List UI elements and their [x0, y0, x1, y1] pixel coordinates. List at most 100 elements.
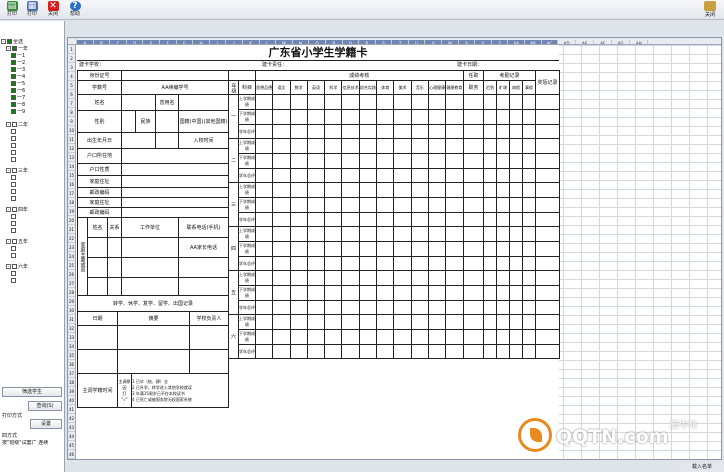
score-cell[interactable]: [341, 300, 360, 315]
score-cell[interactable]: [410, 182, 429, 198]
checkbox-icon[interactable]: [11, 143, 16, 148]
checkbox-icon[interactable]: [11, 196, 16, 201]
score-cell[interactable]: [393, 212, 412, 227]
attend-cell[interactable]: [483, 314, 497, 330]
score-cell[interactable]: [324, 226, 343, 242]
attend-cell[interactable]: [535, 124, 561, 139]
checkbox-icon[interactable]: [11, 150, 16, 155]
score-cell[interactable]: [341, 226, 360, 242]
attend-cell[interactable]: [463, 256, 484, 271]
score-cell[interactable]: [306, 94, 326, 110]
attend-cell[interactable]: [509, 168, 523, 183]
score-cell[interactable]: [427, 241, 447, 257]
score-cell[interactable]: [358, 94, 378, 110]
attend-cell[interactable]: [535, 241, 561, 257]
tree-item-class[interactable]: [1, 196, 61, 203]
score-cell[interactable]: [306, 300, 326, 315]
score-cell[interactable]: [324, 256, 343, 271]
attend-cell[interactable]: [521, 124, 537, 139]
row-header-cell[interactable]: 32: [68, 324, 75, 333]
attend-cell[interactable]: [483, 344, 497, 359]
family-cell[interactable]: [107, 257, 122, 278]
score-cell[interactable]: [272, 153, 291, 169]
score-cell[interactable]: [393, 182, 412, 198]
score-cell[interactable]: [289, 153, 308, 169]
score-cell[interactable]: [254, 300, 274, 315]
attend-cell[interactable]: [509, 138, 523, 154]
row-header-cell[interactable]: 5: [68, 81, 75, 90]
attend-cell[interactable]: [521, 314, 537, 330]
attend-cell[interactable]: [463, 197, 484, 213]
score-cell[interactable]: [289, 109, 308, 125]
attend-cell[interactable]: [483, 212, 497, 227]
score-cell[interactable]: [289, 124, 308, 139]
score-cell[interactable]: [445, 226, 464, 242]
attend-cell[interactable]: [496, 285, 510, 301]
score-cell[interactable]: [341, 94, 360, 110]
tree-item-class[interactable]: [1, 143, 61, 150]
tree-item-class[interactable]: [1, 150, 61, 157]
checkbox-icon[interactable]: [7, 39, 12, 44]
attend-cell[interactable]: [509, 109, 523, 125]
row-header-cell[interactable]: 26: [68, 270, 75, 279]
score-cell[interactable]: [410, 344, 429, 359]
score-cell[interactable]: [272, 168, 291, 183]
attend-cell[interactable]: [463, 124, 484, 139]
exit-button[interactable]: 关闭: [697, 0, 723, 20]
score-cell[interactable]: [410, 197, 429, 213]
checkbox-icon[interactable]: [12, 46, 17, 51]
score-cell[interactable]: [254, 241, 274, 257]
attend-cell[interactable]: [509, 344, 523, 359]
score-cell[interactable]: [393, 344, 412, 359]
transfer-cell[interactable]: [77, 349, 118, 374]
attend-cell[interactable]: [496, 344, 510, 359]
family-cell[interactable]: [121, 257, 179, 278]
score-cell[interactable]: [427, 212, 447, 227]
attend-cell[interactable]: [535, 182, 561, 198]
attend-cell[interactable]: [463, 226, 484, 242]
score-cell[interactable]: [254, 153, 274, 169]
attend-cell[interactable]: [535, 256, 561, 271]
attend-cell[interactable]: [463, 314, 484, 330]
row-header-cell[interactable]: 1: [68, 45, 75, 54]
checkbox-icon[interactable]: [11, 102, 16, 107]
score-cell[interactable]: [393, 94, 412, 110]
attend-cell[interactable]: [509, 300, 523, 315]
attend-cell[interactable]: [535, 138, 561, 154]
tree-item-class[interactable]: [1, 136, 61, 143]
tree-item-class[interactable]: [1, 189, 61, 196]
attend-cell[interactable]: [496, 329, 510, 345]
score-cell[interactable]: [306, 212, 326, 227]
row-header-cell[interactable]: 8: [68, 108, 75, 117]
score-cell[interactable]: [289, 285, 308, 301]
checkbox-icon[interactable]: [11, 228, 16, 233]
score-cell[interactable]: [306, 241, 326, 257]
attend-cell[interactable]: [509, 226, 523, 242]
family-cell[interactable]: [87, 277, 108, 296]
score-cell[interactable]: [324, 138, 343, 154]
score-cell[interactable]: [376, 329, 395, 345]
score-cell[interactable]: [289, 314, 308, 330]
tree-item-class[interactable]: [1, 228, 61, 235]
row-header-cell[interactable]: 25: [68, 261, 75, 270]
score-cell[interactable]: [358, 270, 378, 286]
attend-cell[interactable]: [496, 270, 510, 286]
attend-cell[interactable]: [535, 168, 561, 183]
attend-cell[interactable]: [483, 182, 497, 198]
score-cell[interactable]: [272, 197, 291, 213]
tree-item-grade-4[interactable]: - 四年: [1, 207, 61, 214]
row-header-cell[interactable]: 46: [68, 450, 75, 459]
row-header-cell[interactable]: 20: [68, 216, 75, 225]
attend-cell[interactable]: [463, 94, 484, 110]
tree-item-class[interactable]: 一5: [1, 81, 61, 88]
score-cell[interactable]: [306, 256, 326, 271]
attend-cell[interactable]: [483, 197, 497, 213]
tree-item-class[interactable]: [1, 253, 61, 260]
score-cell[interactable]: [358, 109, 378, 125]
score-cell[interactable]: [341, 270, 360, 286]
attend-cell[interactable]: [521, 153, 537, 169]
score-cell[interactable]: [427, 94, 447, 110]
attend-cell[interactable]: [521, 285, 537, 301]
score-cell[interactable]: [254, 124, 274, 139]
attend-cell[interactable]: [496, 124, 510, 139]
